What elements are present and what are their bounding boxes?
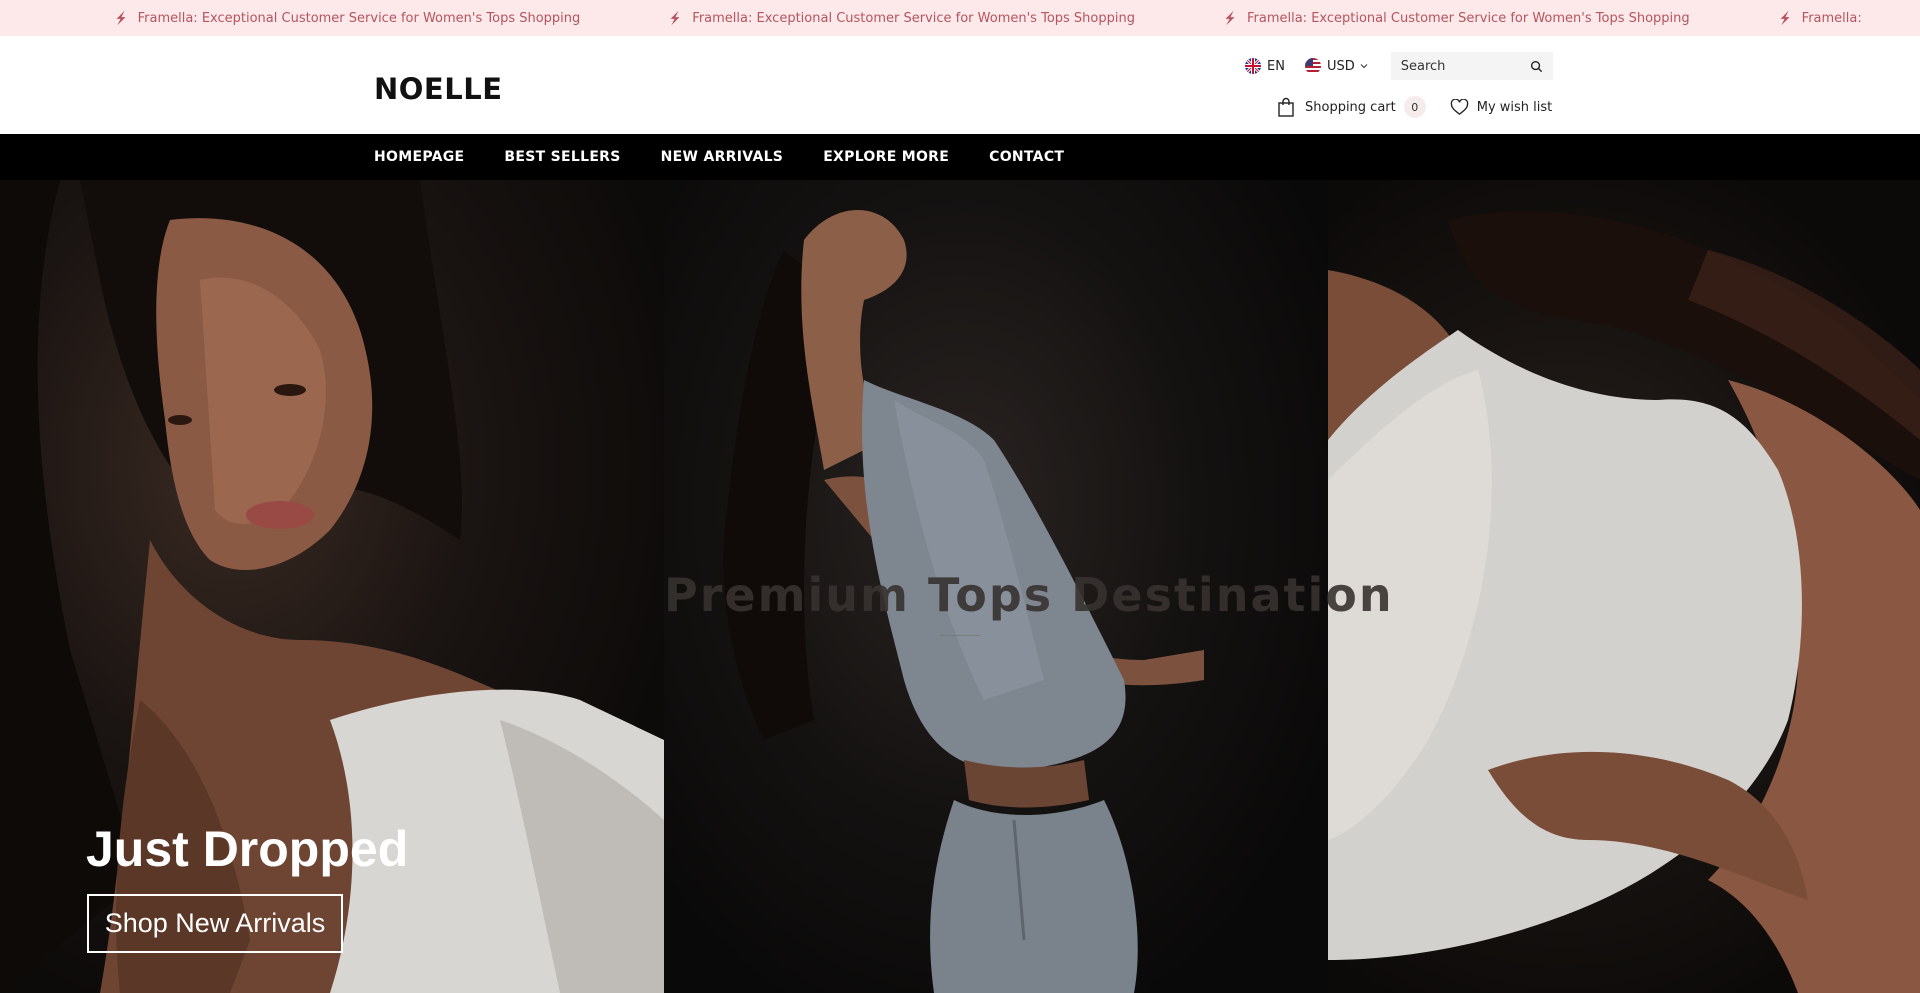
uk-flag-icon [1245,58,1261,74]
nav-item-best-sellers[interactable]: BEST SELLERS [504,149,620,165]
announcement-item[interactable]: Framella: Exceptional Customer Service f… [112,9,581,27]
chevron-down-icon [1360,64,1368,69]
announcement-text: Framella: Exceptional Customer Service f… [692,10,1135,26]
hero-image-right [1328,180,1920,993]
announcement-track: pping Framella: Exceptional Customer Ser… [0,0,1920,36]
lightning-icon [670,10,680,26]
announcement-item[interactable]: Framella: Exceptional Customer Service f… [1221,9,1690,27]
nav-item-explore-more[interactable]: EXPLORE MORE [823,149,949,165]
lightning-icon [1780,10,1790,26]
main-navigation: HOMEPAGE BEST SELLERS NEW ARRIVALS EXPLO… [0,134,1920,180]
cart-count-badge: 0 [1403,96,1426,118]
announcement-item[interactable]: Framella: [1776,9,1862,27]
heart-icon [1450,98,1468,115]
shopping-cart-link[interactable]: Shopping cart 0 [1277,96,1426,118]
announcement-text: Framella: Exceptional Customer Service f… [137,10,581,26]
announcement-text: Framella: Exceptional Customer Service f… [1246,10,1690,26]
wishlist-label: My wish list [1476,99,1553,115]
announcement-bar: pping Framella: Exceptional Customer Ser… [0,0,1920,36]
wishlist-link[interactable]: My wish list [1450,98,1553,116]
currency-code: USD [1326,58,1355,74]
language-code: EN [1267,58,1285,74]
nav-item-contact[interactable]: CONTACT [989,149,1064,165]
currency-selector[interactable]: USD [1304,58,1369,74]
lightning-icon [116,10,126,26]
nav-item-homepage[interactable]: HOMEPAGE [374,149,464,165]
language-selector[interactable]: EN [1245,58,1285,74]
header-utilities: EN USD [1245,52,1553,80]
announcement-item[interactable]: Framella: Exceptional Customer Service f… [666,9,1135,27]
lightning-icon [1225,10,1235,26]
shopping-bag-icon [1278,97,1294,117]
us-flag-icon [1304,58,1321,74]
search-icon[interactable] [1530,60,1543,73]
header-actions: Shopping cart 0 My wish list [1277,94,1552,120]
announcement-text: Framella: [1801,10,1862,26]
cart-label: Shopping cart [1305,99,1396,115]
search-input[interactable] [1400,58,1521,74]
hero-title-divider [940,635,980,636]
cta-heading: Just Dropped [86,821,409,877]
hero-banner: Premium Tops Destination Just Dropped Sh… [0,180,1920,993]
nav-item-new-arrivals[interactable]: NEW ARRIVALS [661,149,784,165]
shop-new-arrivals-button[interactable]: Shop New Arrivals [87,894,343,953]
site-header: NOELLE EN USD Search Shopping cart 0 My … [0,36,1920,134]
search-box[interactable] [1390,52,1553,80]
site-logo[interactable]: NOELLE [374,72,503,106]
hero-title: Premium Tops Destination [664,568,1394,622]
